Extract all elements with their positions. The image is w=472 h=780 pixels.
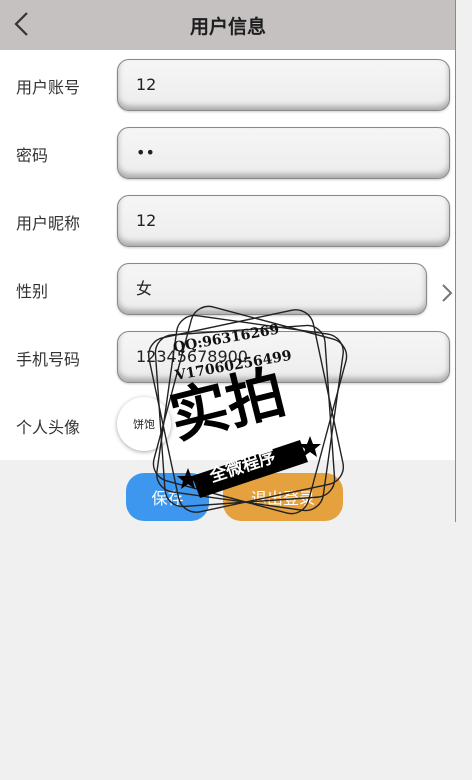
password-label: 密码 [16,146,49,165]
phone-field[interactable]: 12345678900 [117,331,450,383]
account-field[interactable]: 12 [117,59,450,111]
page-title: 用户信息 [189,15,266,38]
nickname-field[interactable]: 12 [117,195,450,247]
header-bar: 用户信息 [0,0,456,50]
user-info-form [0,50,456,460]
logout-button[interactable]: 退出登录 [223,473,343,521]
account-label: 用户账号 [16,78,81,97]
gender-select[interactable]: 女 [117,263,427,315]
avatar[interactable]: 饼饱 [117,397,171,451]
nickname-label: 用户昵称 [16,214,81,233]
gender-label: 性别 [16,282,49,301]
avatar-label: 个人头像 [16,418,81,437]
phone-label: 手机号码 [16,350,81,369]
scrollbar-edge [455,0,456,522]
save-button[interactable]: 保存 [126,473,209,521]
chevron-right-icon[interactable] [438,282,456,304]
password-field[interactable]: •• [117,127,450,179]
chevron-left-icon[interactable] [10,10,34,38]
